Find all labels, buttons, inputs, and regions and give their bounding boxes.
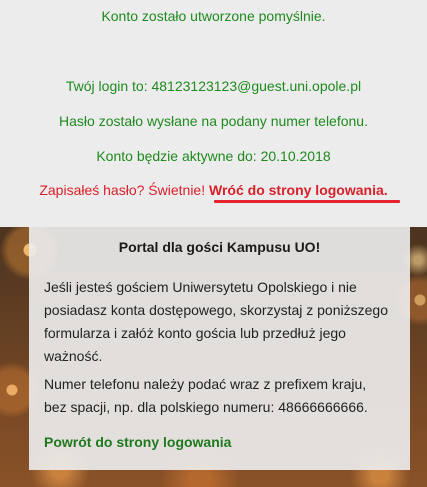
guest-portal-info-box: Portal dla gości Kampusu UO! Jeśli jeste… [29,227,410,470]
active-until-date: 20.10.2018 [260,148,331,164]
return-to-login-link[interactable]: Powrót do strony logowania [44,431,231,454]
login-value: 48123123123@guest.uni.opole.pl [151,78,362,94]
info-box-title: Portal dla gości Kampusu UO! [118,239,321,255]
account-created-message: Konto zostało utworzone pomyślnie. [101,8,326,24]
remember-password-text: Zapisałeś hasło? Świetnie! [39,182,209,198]
password-sent-message: Hasło zostało wysłane na podany numer te… [59,113,368,129]
info-box-description: Jeśli jesteś gościem Uniwersytetu Opolsk… [44,279,388,364]
active-until-info: Konto będzie aktywne do: 20.10.2018 [0,147,427,165]
active-until-label: Konto będzie aktywne do: [96,148,261,164]
back-to-login-link[interactable]: Wróć do strony logowania. [209,182,388,198]
remember-password-line: Zapisałeś hasło? Świetnie! Wróć do stron… [0,181,427,199]
login-info: Twój login to: 48123123123@guest.uni.opo… [0,77,427,95]
login-label: Twój login to: [65,78,152,94]
status-panel: Konto zostało utworzone pomyślnie. Twój … [0,0,427,227]
info-box-phone-hint: Numer telefonu należy podać wraz z prefi… [44,376,368,415]
link-highlight-underline [214,200,400,203]
